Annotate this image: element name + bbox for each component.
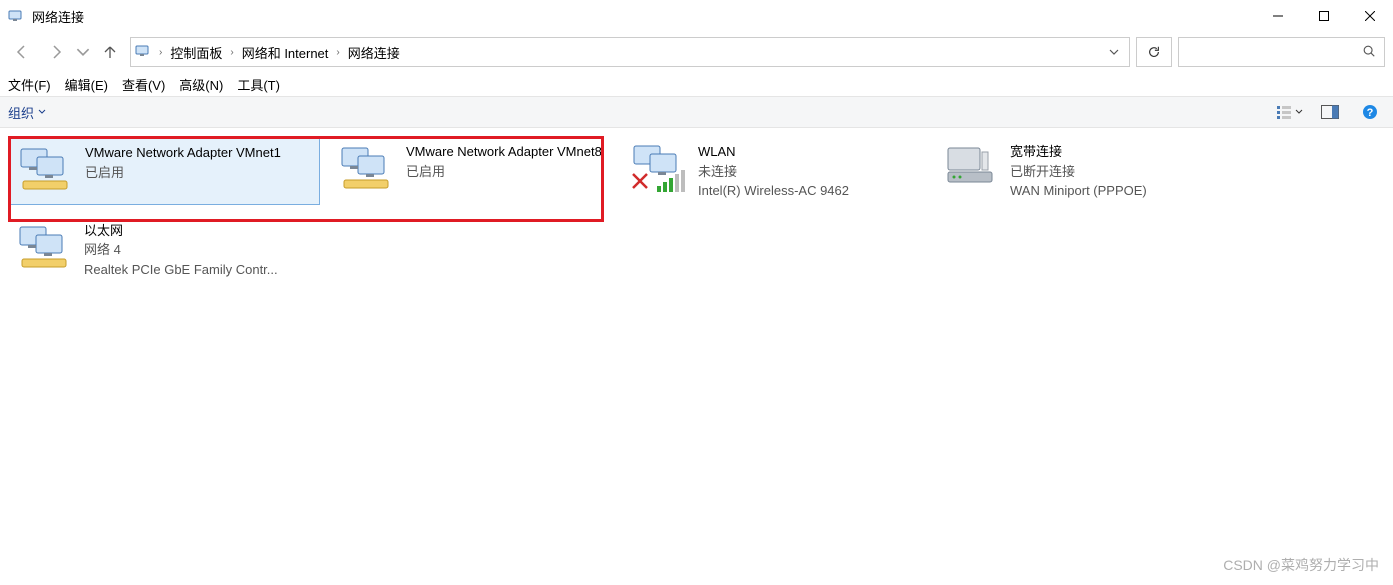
location-icon <box>135 43 151 62</box>
breadcrumb-sep-icon: › <box>334 47 341 58</box>
adapter-status: 已启用 <box>406 162 602 182</box>
view-options-button[interactable] <box>1275 101 1305 123</box>
maximize-button[interactable] <box>1301 0 1347 32</box>
adapter-status: 未连接 <box>698 162 849 182</box>
chevron-down-icon <box>38 108 46 116</box>
watermark-text: CSDN @菜鸡努力学习中 <box>1223 555 1379 575</box>
breadcrumb-sep-icon: › <box>228 47 235 58</box>
adapter-detail: Realtek PCIe GbE Family Contr... <box>84 260 278 280</box>
network-adapter-icon <box>17 143 73 195</box>
forward-button[interactable] <box>42 38 70 66</box>
refresh-button[interactable] <box>1136 37 1172 67</box>
search-icon <box>1362 44 1376 61</box>
adapter-detail: Intel(R) Wireless-AC 9462 <box>698 181 849 201</box>
adapter-item-ethernet[interactable]: 以太网 网络 4 Realtek PCIe GbE Family Contr..… <box>10 217 320 284</box>
command-bar: 组织 ? <box>0 96 1393 128</box>
network-adapter-icon <box>338 142 394 194</box>
preview-pane-button[interactable] <box>1315 101 1345 123</box>
search-box[interactable] <box>1178 37 1385 67</box>
app-icon <box>8 8 24 24</box>
navigation-bar: › 控制面板 › 网络和 Internet › 网络连接 <box>0 32 1393 72</box>
adapter-item-broadband[interactable]: 宽带连接 已断开连接 WAN Miniport (PPPOE) <box>936 138 1236 205</box>
menu-file[interactable]: 文件(F) <box>8 75 51 94</box>
help-button[interactable]: ? <box>1355 101 1385 123</box>
breadcrumb-network-connections[interactable]: 网络连接 <box>348 43 400 62</box>
wlan-adapter-icon <box>630 142 686 194</box>
organize-label: 组织 <box>8 103 34 122</box>
recent-dropdown[interactable] <box>76 38 90 66</box>
adapter-detail: WAN Miniport (PPPOE) <box>1010 181 1147 201</box>
adapter-status: 已断开连接 <box>1010 162 1147 182</box>
breadcrumb-sep-icon: › <box>157 47 164 58</box>
adapter-item-vmnet1[interactable]: VMware Network Adapter VMnet1 已启用 <box>10 138 320 205</box>
breadcrumb-network-internet[interactable]: 网络和 Internet <box>242 43 329 62</box>
adapter-status: 已启用 <box>85 163 281 183</box>
minimize-button[interactable] <box>1255 0 1301 32</box>
menu-view[interactable]: 查看(V) <box>122 75 165 94</box>
adapter-name: VMware Network Adapter VMnet8 <box>406 142 602 162</box>
menu-advanced[interactable]: 高级(N) <box>179 75 223 94</box>
adapter-name: WLAN <box>698 142 849 162</box>
menu-tools[interactable]: 工具(T) <box>237 75 280 94</box>
adapter-name: VMware Network Adapter VMnet1 <box>85 143 281 163</box>
network-adapter-icon <box>16 221 72 273</box>
adapter-name: 宽带连接 <box>1010 142 1147 162</box>
breadcrumb-controlpanel[interactable]: 控制面板 <box>170 43 222 62</box>
adapter-name: 以太网 <box>84 221 278 241</box>
adapter-item-wlan[interactable]: WLAN 未连接 Intel(R) Wireless-AC 9462 <box>624 138 924 205</box>
organize-button[interactable]: 组织 <box>8 103 46 122</box>
menu-edit[interactable]: 编辑(E) <box>65 75 108 94</box>
modem-icon <box>942 142 998 194</box>
menu-bar: 文件(F) 编辑(E) 查看(V) 高级(N) 工具(T) <box>0 72 1393 96</box>
back-button[interactable] <box>8 38 36 66</box>
content-area: VMware Network Adapter VMnet1 已启用 VMware… <box>0 128 1393 293</box>
window-title: 网络连接 <box>32 7 84 26</box>
address-bar[interactable]: › 控制面板 › 网络和 Internet › 网络连接 <box>130 37 1130 67</box>
adapter-item-vmnet8[interactable]: VMware Network Adapter VMnet8 已启用 <box>332 138 612 205</box>
close-button[interactable] <box>1347 0 1393 32</box>
title-bar: 网络连接 <box>0 0 1393 32</box>
address-dropdown-icon[interactable] <box>1109 45 1119 60</box>
adapter-status: 网络 4 <box>84 240 278 260</box>
window-controls <box>1255 0 1393 32</box>
svg-text:?: ? <box>1367 107 1374 119</box>
up-button[interactable] <box>96 38 124 66</box>
